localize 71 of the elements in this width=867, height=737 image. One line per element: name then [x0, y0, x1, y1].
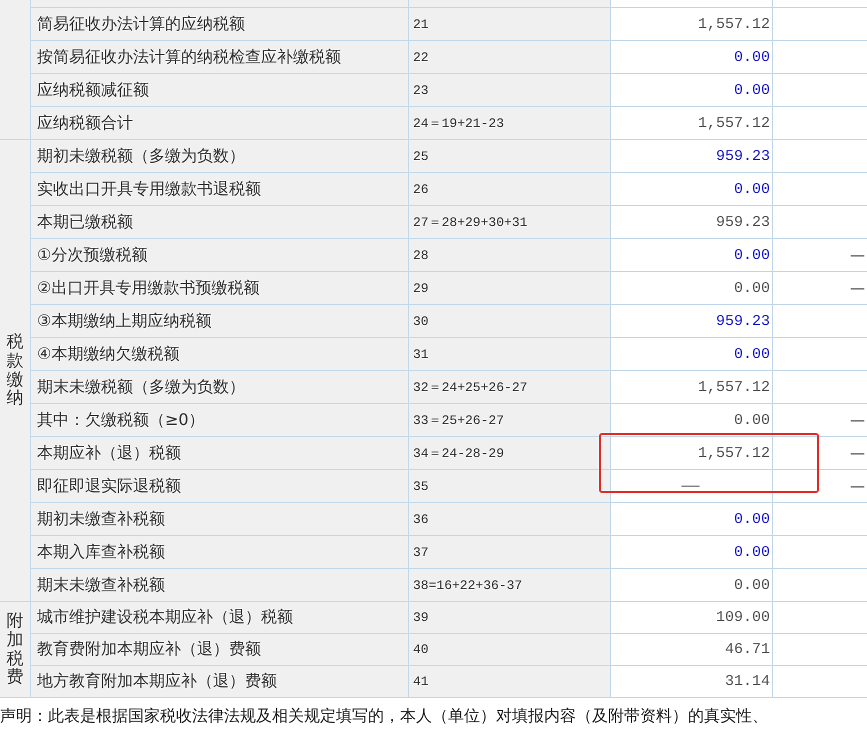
- row-label: 城市维护建设税本期应补（退）税额: [31, 602, 408, 633]
- line-number: 40: [409, 634, 610, 665]
- row-label: 期初未缴税额（多缴为负数）: [31, 140, 408, 172]
- row-label: 即征即退实际退税额: [31, 470, 408, 502]
- table-cell: 1,557.12: [611, 371, 772, 403]
- line-number: 27＝28+29+30+31: [409, 206, 610, 238]
- line-number: 24＝19+21-23: [409, 107, 610, 139]
- row-label: 实收出口开具专用缴款书退税额: [31, 173, 408, 205]
- row-label: 按简易征收办法计算的纳税检查应补缴税额: [31, 41, 408, 73]
- group-cell: 税款缴纳: [0, 140, 30, 601]
- amount-field[interactable]: 0.00: [611, 173, 772, 205]
- line-number: 33＝25+26-27: [409, 404, 610, 436]
- row-label: 期末未缴税额（多缴为负数）: [31, 371, 408, 403]
- table-cell: 0.00: [611, 272, 772, 304]
- row-label: 应纳税额减征额: [31, 74, 408, 106]
- line-number: 35: [409, 470, 610, 502]
- table-cell: 46.71: [611, 634, 772, 665]
- table-cell: 31.14: [611, 666, 772, 697]
- line-number: 22: [409, 41, 610, 73]
- line-number: 25: [409, 140, 610, 172]
- line-number: 29: [409, 272, 610, 304]
- amount-field[interactable]: 0.00: [611, 503, 772, 535]
- table-cell: —: [773, 239, 867, 271]
- row-label: ③本期缴纳上期应纳税额: [31, 305, 408, 337]
- table-cell: 1,557.12: [611, 437, 772, 469]
- amount-field[interactable]: 959.23: [611, 305, 772, 337]
- amount-field[interactable]: 0.00: [611, 536, 772, 568]
- table-cell: 959.23: [611, 206, 772, 238]
- table-cell: —: [773, 404, 867, 436]
- line-number: 37: [409, 536, 610, 568]
- table-cell: —: [773, 272, 867, 304]
- line-number: 28: [409, 239, 610, 271]
- line-number: 26: [409, 173, 610, 205]
- table-cell: 0.00: [611, 404, 772, 436]
- amount-field[interactable]: 0.00: [611, 41, 772, 73]
- line-number: 32＝24+25+26-27: [409, 371, 610, 403]
- line-number: 31: [409, 338, 610, 370]
- row-label: ④本期缴纳欠缴税额: [31, 338, 408, 370]
- row-label: ②出口开具专用缴款书预缴税额: [31, 272, 408, 304]
- amount-field[interactable]: 959.23: [611, 140, 772, 172]
- amount-field[interactable]: 0.00: [611, 239, 772, 271]
- line-number: 21: [409, 8, 610, 40]
- row-label: 期初未缴查补税额: [31, 503, 408, 535]
- row-label: 简易征收办法计算的应纳税额: [31, 8, 408, 40]
- line-number: 36: [409, 503, 610, 535]
- row-label: 本期应补（退）税额: [31, 437, 408, 469]
- row-label: 教育费附加本期应补（退）费额: [31, 634, 408, 665]
- line-number: 30: [409, 305, 610, 337]
- row-label: 本期入库查补税额: [31, 536, 408, 568]
- table-cell: —: [773, 437, 867, 469]
- group-cell: 附加税费: [0, 602, 30, 697]
- row-label: ①分次预缴税额: [31, 239, 408, 271]
- line-number: 39: [409, 602, 610, 633]
- row-label: 期末未缴查补税额: [31, 569, 408, 601]
- amount-field[interactable]: 0.00: [611, 338, 772, 370]
- line-number: 34＝24-28-29: [409, 437, 610, 469]
- table-cell: —: [773, 470, 867, 502]
- line-number: 38=16+22+36-37: [409, 569, 610, 601]
- row-label: 本期已缴税额: [31, 206, 408, 238]
- line-number: 23: [409, 74, 610, 106]
- line-number: 41: [409, 666, 610, 697]
- table-cell: 1,557.12: [611, 107, 772, 139]
- table-cell: 109.00: [611, 602, 772, 633]
- amount-field[interactable]: 0.00: [611, 74, 772, 106]
- declaration-text: 声明：此表是根据国家税收法律法规及相关规定填写的，本人（单位）对填报内容（及附带资料）的真实性、: [0, 706, 769, 727]
- row-label: 应纳税额合计: [31, 107, 408, 139]
- row-label: 地方教育附加本期应补（退）费额: [31, 666, 408, 697]
- table-cell: 1,557.12: [611, 8, 772, 40]
- table-cell: ——: [611, 470, 772, 502]
- row-label: 其中：欠缴税额（≥0）: [31, 404, 408, 436]
- table-cell: 0.00: [611, 569, 772, 601]
